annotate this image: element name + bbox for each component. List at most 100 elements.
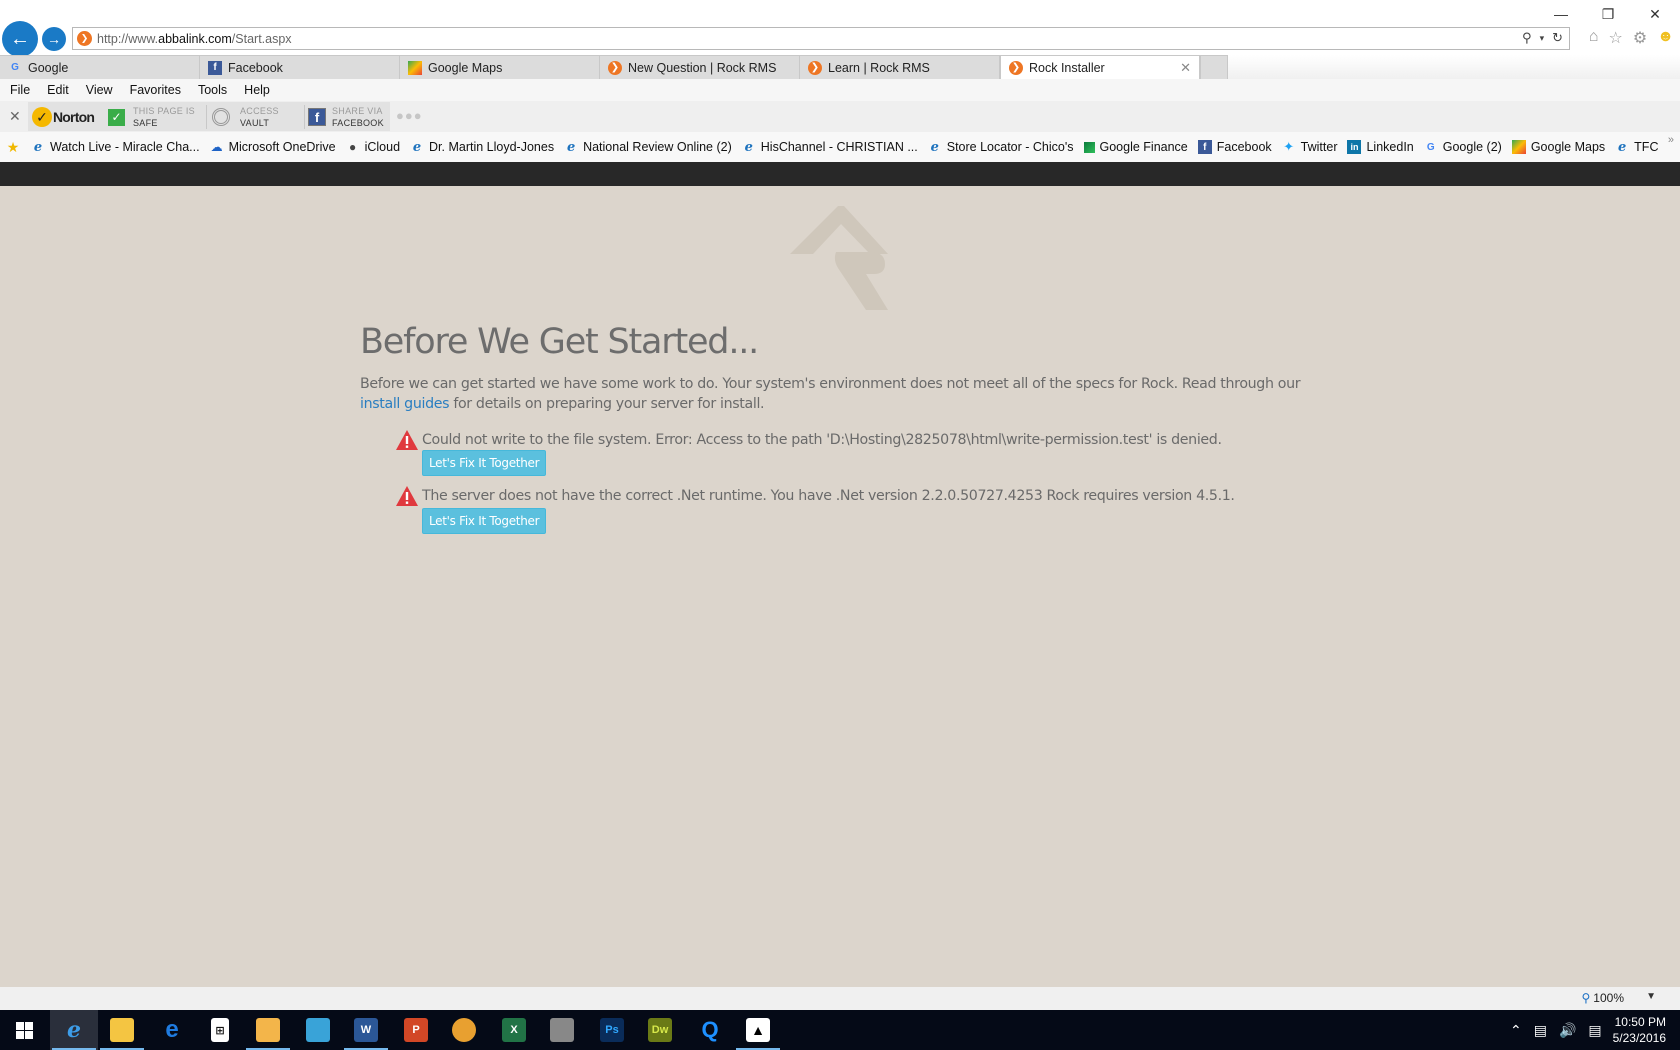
- tab-strip: G Google f Facebook Google Maps ❯ New Qu…: [0, 55, 1680, 79]
- tab-learn[interactable]: ❯ Learn | Rock RMS: [800, 55, 1000, 79]
- outlook-icon: [256, 1018, 280, 1042]
- taskbar-powerpoint[interactable]: P: [392, 1010, 440, 1050]
- taskbar-photoshop[interactable]: Ps: [588, 1010, 636, 1050]
- vault-label-bottom: VAULT: [240, 118, 270, 128]
- zoom-dropdown-icon[interactable]: ▼: [1646, 991, 1656, 1002]
- installer-content: Before We Get Started... Before we can g…: [360, 322, 1320, 534]
- volume-icon[interactable]: 🔊: [1559, 1022, 1576, 1039]
- back-button[interactable]: ←: [2, 21, 38, 57]
- close-icon: ✕: [1649, 5, 1661, 22]
- warning-icon: [396, 486, 418, 506]
- menu-favorites[interactable]: Favorites: [130, 83, 181, 97]
- taskbar-outlook[interactable]: [244, 1010, 292, 1050]
- favorite-item[interactable]: ✦ Twitter: [1282, 139, 1337, 154]
- tab-google-maps[interactable]: Google Maps: [400, 55, 600, 79]
- favorite-item[interactable]: e Watch Live - Miracle Cha...: [31, 140, 200, 155]
- favorite-item[interactable]: e TFC: [1615, 140, 1658, 155]
- favorite-item[interactable]: f Facebook: [1197, 140, 1272, 154]
- taskbar-store[interactable]: ⊞: [196, 1010, 244, 1050]
- app-icon-2: [452, 1018, 476, 1042]
- search-icon[interactable]: ⚲: [1522, 30, 1532, 46]
- taskbar-quicktime[interactable]: Q: [686, 1010, 734, 1050]
- favorite-item[interactable]: e Store Locator - Chico's: [928, 140, 1074, 155]
- start-button[interactable]: [0, 1010, 48, 1050]
- action-center-icon[interactable]: ▤: [1588, 1022, 1601, 1039]
- refresh-icon[interactable]: ↻: [1552, 30, 1563, 46]
- menu-edit[interactable]: Edit: [47, 83, 69, 97]
- favorites-star-icon[interactable]: ☆: [1608, 28, 1622, 48]
- taskbar-edge[interactable]: e: [148, 1010, 196, 1050]
- google-icon: G: [11, 62, 19, 73]
- favorite-item[interactable]: G Google (2): [1424, 140, 1502, 154]
- menu-help[interactable]: Help: [244, 83, 270, 97]
- settings-gear-icon[interactable]: ⚙: [1633, 28, 1647, 48]
- tab-facebook[interactable]: f Facebook: [200, 55, 400, 79]
- favorite-item[interactable]: e HisChannel - CHRISTIAN ...: [742, 140, 918, 155]
- taskbar-word[interactable]: W: [342, 1010, 390, 1050]
- rock-rms-icon: ❯: [608, 60, 622, 75]
- fix-it-button[interactable]: Let's Fix It Together: [422, 450, 547, 476]
- taskbar-file-explorer[interactable]: [98, 1010, 146, 1050]
- favorite-item[interactable]: Google Maps: [1511, 140, 1605, 154]
- close-toolbar-icon[interactable]: ✕: [9, 108, 21, 125]
- store-icon: ⊞: [211, 1018, 229, 1042]
- favorite-item[interactable]: ● iCloud: [346, 140, 400, 154]
- norton-panel: ✓ Norton ✓ THIS PAGE IS SAFE ACCESS VAULT …: [28, 102, 390, 131]
- taskbar-excel[interactable]: X: [490, 1010, 538, 1050]
- onedrive-icon: ☁: [210, 140, 223, 154]
- navigation-bar: ← → ❯ http://www.abbalink.com/Start.aspx…: [0, 21, 1680, 57]
- vault-label-top: ACCESS: [240, 106, 279, 116]
- new-tab-button[interactable]: [1200, 55, 1228, 79]
- taskbar-internet-explorer[interactable]: e: [50, 1010, 98, 1050]
- favorite-item[interactable]: Google Finance: [1083, 140, 1188, 154]
- feedback-smiley-icon[interactable]: ☻: [1657, 28, 1674, 48]
- norton-share-facebook[interactable]: f SHARE VIA FACEBOOK: [308, 104, 384, 130]
- close-tab-icon[interactable]: ✕: [1180, 60, 1191, 76]
- favorite-item[interactable]: e Dr. Martin Lloyd-Jones: [410, 139, 554, 155]
- warning-icon: [396, 430, 418, 450]
- menu-file[interactable]: File: [10, 83, 30, 97]
- network-icon[interactable]: ▤: [1534, 1022, 1547, 1039]
- google-icon: G: [1426, 141, 1435, 153]
- search-dropdown-icon[interactable]: ▾: [1540, 33, 1545, 46]
- tab-rock-installer[interactable]: ❯ Rock Installer ✕: [1000, 55, 1200, 79]
- favorite-item[interactable]: e National Review Online (2): [564, 140, 732, 155]
- minimize-icon: —: [1554, 6, 1568, 22]
- forward-button[interactable]: →: [42, 27, 66, 51]
- favorite-item[interactable]: in LinkedIn: [1347, 140, 1414, 154]
- zoom-level[interactable]: ⚲ 100%: [1582, 991, 1625, 1005]
- norton-access-vault[interactable]: ACCESS VAULT: [212, 104, 279, 130]
- install-guides-link[interactable]: install guides: [360, 396, 450, 412]
- taskbar-dreamweaver[interactable]: Dw: [636, 1010, 684, 1050]
- show-hidden-icons-chevron-icon[interactable]: ⌃: [1510, 1022, 1522, 1039]
- taskbar-app[interactable]: [294, 1010, 342, 1050]
- favorite-item[interactable]: ☁ Microsoft OneDrive: [210, 140, 336, 154]
- error-message: Could not write to the file system. Erro…: [422, 432, 1222, 448]
- taskbar-photos[interactable]: ▲: [734, 1010, 782, 1050]
- tab-label: Learn | Rock RMS: [828, 60, 930, 75]
- tab-google[interactable]: G Google: [0, 55, 200, 79]
- site-favicon-rock-icon: ❯: [77, 31, 92, 46]
- url-text[interactable]: http://www.abbalink.com/Start.aspx: [97, 32, 292, 46]
- menu-tools[interactable]: Tools: [198, 83, 227, 97]
- ie-page-icon: e: [412, 139, 422, 155]
- norton-safe-status[interactable]: ✓ THIS PAGE IS SAFE: [108, 104, 195, 130]
- menu-view[interactable]: View: [86, 83, 113, 97]
- address-bar[interactable]: ❯ http://www.abbalink.com/Start.aspx ⚲ ▾…: [72, 27, 1570, 50]
- taskbar-app-3[interactable]: [538, 1010, 586, 1050]
- google-finance-icon: [1083, 141, 1095, 153]
- favorites-center-button[interactable]: ★: [6, 139, 25, 155]
- more-options-icon[interactable]: ●●●: [396, 108, 423, 123]
- tab-new-question[interactable]: ❯ New Question | Rock RMS: [600, 55, 800, 79]
- fix-it-button[interactable]: Let's Fix It Together: [422, 508, 547, 534]
- zoom-magnifier-icon: ⚲: [1581, 991, 1591, 1005]
- status-bar: ⚲ 100% ▼: [0, 987, 1680, 1010]
- more-favorites-chevron-icon[interactable]: »: [1668, 134, 1674, 146]
- norton-logo[interactable]: ✓ Norton: [32, 104, 95, 130]
- favorites-bar: ★ e Watch Live - Miracle Cha... ☁ Microsof…: [0, 132, 1680, 162]
- error-message: The server does not have the correct .Ne…: [422, 488, 1235, 504]
- home-icon[interactable]: ⌂: [1589, 28, 1599, 48]
- system-clock[interactable]: 10:50 PM 5/23/2016: [1613, 1014, 1666, 1046]
- taskbar-app-2[interactable]: [440, 1010, 488, 1050]
- photoshop-icon: Ps: [600, 1018, 624, 1042]
